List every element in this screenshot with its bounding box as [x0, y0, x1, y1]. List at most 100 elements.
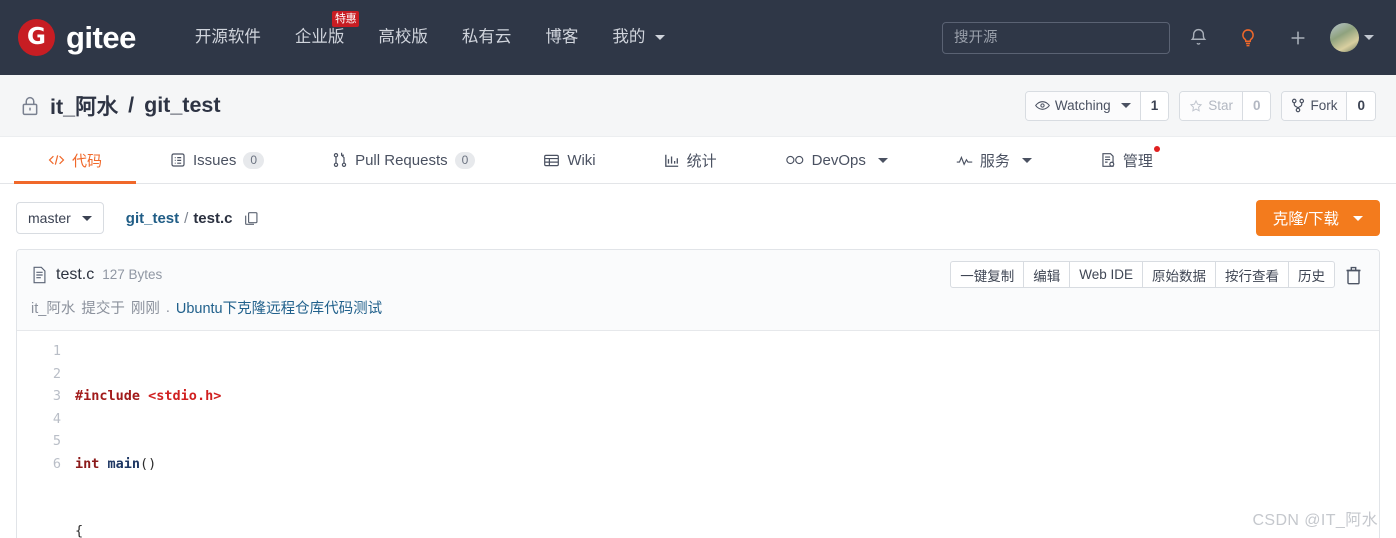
repository-actions: Watching 1 Star 0 Fork 0 — [1024, 90, 1376, 121]
commit-time: 刚刚 — [130, 301, 160, 317]
file-actions-group: 一键复制 编辑 Web IDE 原始数据 按行查看 历史 — [950, 261, 1335, 288]
raw-data-button[interactable]: 原始数据 — [1143, 262, 1216, 287]
chevron-down-icon — [1364, 35, 1374, 40]
nav-item-university[interactable]: 高校版 — [361, 0, 445, 75]
repository-tabs: 代码 Issues 0 Pull Requests 0 Wiki 统计 DevO… — [0, 137, 1396, 184]
fork-button-group[interactable]: Fork 0 — [1281, 90, 1376, 121]
gitee-logo[interactable]: G gitee — [18, 19, 136, 56]
tab-label: DevOps — [811, 151, 866, 169]
top-navigation-bar: G gitee 开源软件 企业版 特惠 高校版 私有云 博客 我的 — [0, 0, 1396, 75]
infinity-icon — [785, 155, 804, 165]
nav-item-label: 企业版 — [294, 28, 345, 46]
tab-services[interactable]: 服务 — [922, 137, 1066, 183]
file-name: test.c — [56, 265, 95, 283]
nav-right-area — [942, 16, 1378, 60]
line-number: 5 — [52, 433, 61, 449]
search-input[interactable] — [942, 21, 1170, 54]
lightbulb-icon — [1242, 28, 1254, 46]
branch-selector[interactable]: master — [16, 202, 104, 234]
clone-download-button[interactable]: 克隆/下载 — [1255, 200, 1380, 236]
code-content[interactable]: #include <stdio.h> int main() { printf("… — [75, 340, 1379, 538]
settings-doc-icon — [1102, 153, 1115, 167]
clone-label: 克隆/下载 — [1272, 211, 1339, 228]
commit-info: it_阿水 提交于 刚刚 . Ubuntu下克隆远程仓库代码测试 — [31, 288, 1365, 321]
chevron-down-icon — [1353, 215, 1363, 221]
nav-item-open-source[interactable]: 开源软件 — [178, 0, 278, 75]
tab-statistics[interactable]: 统计 — [630, 137, 751, 183]
file-view-card: test.c 127 Bytes 一键复制 编辑 Web IDE 原始数据 按行… — [16, 249, 1380, 538]
edit-button[interactable]: 编辑 — [1024, 262, 1071, 287]
repository-header: it_阿水 / git_test Watching 1 Star 0 Fork … — [0, 75, 1396, 137]
commit-message[interactable]: Ubuntu下克隆远程仓库代码测试 — [176, 297, 382, 318]
notification-bell-button[interactable] — [1176, 16, 1220, 60]
nav-item-label: 我的 — [612, 28, 646, 46]
web-ide-button[interactable]: Web IDE — [1070, 262, 1143, 287]
code-viewer: 1 2 3 4 5 6 #include <stdio.h> int main(… — [17, 331, 1379, 538]
star-count: 0 — [1241, 91, 1271, 120]
watch-button[interactable]: Watching — [1025, 91, 1140, 120]
history-button[interactable]: 历史 — [1289, 262, 1334, 287]
watch-label: Watching — [1054, 98, 1111, 113]
commit-dot-separator: . — [165, 299, 170, 316]
star-button[interactable]: Star — [1180, 91, 1242, 120]
line-number-gutter: 1 2 3 4 5 6 — [17, 340, 75, 538]
fork-icon — [1292, 98, 1305, 113]
code-icon — [48, 155, 65, 165]
blame-button[interactable]: 按行查看 — [1216, 262, 1289, 287]
nav-item-label: 博客 — [545, 28, 579, 46]
file-text-icon — [33, 266, 46, 283]
fork-button[interactable]: Fork — [1282, 91, 1347, 120]
breadcrumb-current-file: test.c — [193, 209, 233, 227]
file-identity: test.c 127 Bytes — [31, 266, 162, 284]
breadcrumb-repo-link[interactable]: git_test — [126, 210, 179, 227]
file-action-buttons: 一键复制 编辑 Web IDE 原始数据 按行查看 历史 — [950, 261, 1365, 288]
nav-item-blog[interactable]: 博客 — [528, 0, 595, 75]
repository-name[interactable]: git_test — [144, 93, 220, 118]
tab-manage[interactable]: 管理 — [1066, 137, 1187, 183]
issue-icon — [171, 153, 185, 167]
file-toolbar: master git_test / test.c 克隆/下载 — [0, 184, 1396, 249]
tab-wiki[interactable]: Wiki — [509, 137, 629, 183]
tab-pull-requests[interactable]: Pull Requests 0 — [298, 137, 509, 183]
file-size: 127 Bytes — [102, 267, 163, 282]
copy-path-button[interactable] — [244, 211, 259, 226]
chevron-down-icon — [654, 35, 665, 41]
watch-button-group[interactable]: Watching 1 — [1024, 90, 1170, 121]
code-line: #include <stdio.h> — [75, 388, 222, 404]
chevron-down-icon — [877, 157, 888, 163]
nav-item-private-cloud[interactable]: 私有云 — [445, 0, 529, 75]
repository-owner[interactable]: it_阿水 — [50, 90, 118, 121]
line-number: 6 — [52, 455, 61, 472]
tab-label: 统计 — [686, 152, 717, 170]
copy-all-button[interactable]: 一键复制 — [951, 262, 1025, 287]
csdn-watermark: CSDN @IT_阿水 — [1252, 512, 1378, 529]
wiki-icon — [544, 154, 560, 166]
chevron-down-icon — [1120, 103, 1131, 108]
tab-code[interactable]: 代码 — [14, 137, 137, 184]
line-number: 1 — [52, 343, 61, 359]
nav-item-enterprise[interactable]: 企业版 特惠 — [278, 0, 362, 75]
watch-count: 1 — [1139, 91, 1169, 120]
fork-label: Fork — [1310, 98, 1338, 113]
chart-icon — [664, 154, 678, 167]
ideas-lightbulb-button[interactable] — [1226, 16, 1270, 60]
gitee-logo-text: gitee — [66, 20, 136, 55]
chevron-down-icon — [81, 215, 92, 221]
delete-file-button[interactable] — [1344, 265, 1365, 285]
tab-issues[interactable]: Issues 0 — [136, 137, 298, 183]
user-menu-button[interactable] — [1320, 23, 1374, 52]
avatar — [1330, 23, 1359, 52]
fork-count: 0 — [1346, 91, 1375, 120]
file-header: test.c 127 Bytes 一键复制 编辑 Web IDE 原始数据 按行… — [17, 250, 1379, 330]
tab-devops[interactable]: DevOps — [751, 137, 922, 183]
star-icon — [1190, 99, 1203, 112]
create-new-button[interactable] — [1276, 16, 1320, 60]
tab-label: 服务 — [979, 152, 1010, 170]
code-line: { — [75, 523, 84, 538]
copy-icon — [244, 211, 257, 225]
pulse-icon — [956, 155, 973, 166]
star-button-group[interactable]: Star 0 — [1179, 90, 1272, 121]
nav-item-label: 开源软件 — [194, 28, 261, 46]
nav-item-mine[interactable]: 我的 — [595, 0, 682, 75]
commit-author[interactable]: it_阿水 — [31, 297, 75, 318]
